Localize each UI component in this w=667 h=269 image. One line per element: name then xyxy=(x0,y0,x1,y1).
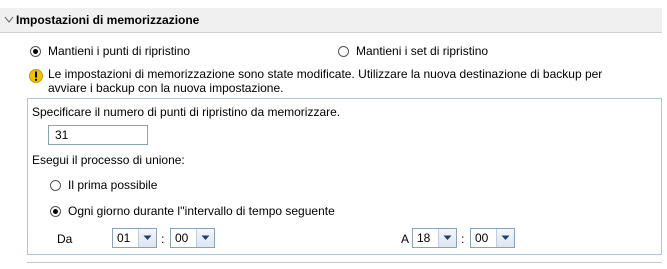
from-minute-value: 00 xyxy=(175,231,189,245)
radio-button[interactable] xyxy=(50,179,61,191)
from-label: Da xyxy=(57,232,73,246)
section-header[interactable]: Impostazioni di memorizzazione xyxy=(0,8,662,33)
warning-message: Le impostazioni di memorizzazione sono s… xyxy=(48,67,603,95)
chevron-down-icon[interactable] xyxy=(438,229,456,247)
radio-button[interactable] xyxy=(50,205,61,217)
radio-merge-daily-window[interactable]: Ogni giorno durante l''intervallo di tem… xyxy=(50,204,335,218)
time-separator: : xyxy=(461,232,465,246)
radio-label: Mantieni i set di ripristino xyxy=(356,44,489,58)
chevron-down-icon[interactable] xyxy=(196,229,214,247)
collapse-chevron-icon[interactable] xyxy=(4,15,14,25)
radio-button[interactable] xyxy=(30,45,41,57)
to-label: A xyxy=(401,232,410,246)
radio-label: Il prima possibile xyxy=(68,178,158,192)
radio-button[interactable] xyxy=(338,45,349,57)
to-minute-select[interactable]: 00 xyxy=(470,228,515,248)
chevron-down-icon[interactable] xyxy=(496,229,514,247)
radio-label: Ogni giorno durante l''intervallo di tem… xyxy=(68,204,335,218)
warning-icon xyxy=(29,69,43,83)
section-divider xyxy=(27,262,662,263)
to-hour-select[interactable]: 18 xyxy=(412,228,457,248)
to-hour-value: 18 xyxy=(417,231,431,245)
recovery-points-input[interactable] xyxy=(48,125,148,145)
chevron-down-icon[interactable] xyxy=(138,229,156,247)
radio-merge-asap[interactable]: Il prima possibile xyxy=(50,178,157,192)
to-minute-value: 00 xyxy=(475,231,489,245)
section-title: Impostazioni di memorizzazione xyxy=(16,13,200,27)
time-separator: : xyxy=(161,232,165,246)
merge-label: Esegui il processo di unione: xyxy=(32,153,185,167)
from-hour-select[interactable]: 01 xyxy=(112,228,157,248)
from-minute-select[interactable]: 00 xyxy=(170,228,215,248)
radio-keep-recovery-sets[interactable]: Mantieni i set di ripristino xyxy=(338,44,488,58)
radio-label: Mantieni i punti di ripristino xyxy=(48,44,191,58)
recovery-points-label: Specificare il numero di punti di ripris… xyxy=(32,105,341,119)
radio-keep-recovery-points[interactable]: Mantieni i punti di ripristino xyxy=(30,44,190,58)
from-hour-value: 01 xyxy=(117,231,131,245)
